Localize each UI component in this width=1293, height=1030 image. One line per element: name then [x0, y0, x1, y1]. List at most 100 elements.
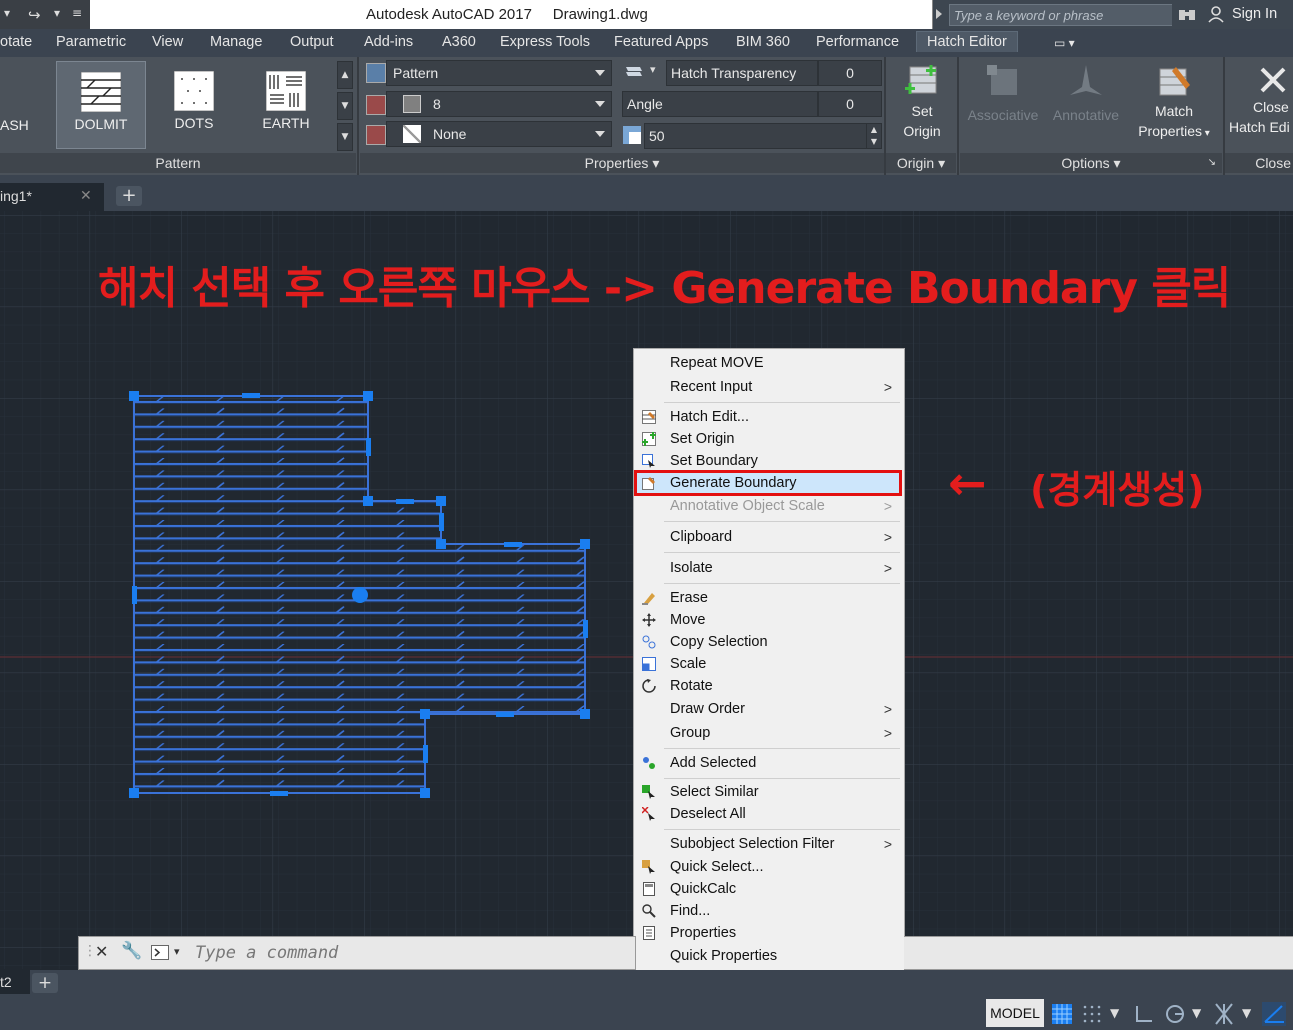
transparency-value-field[interactable]: 0 — [818, 60, 882, 86]
menu-item-subobject-filter[interactable]: Subobject Selection Filter — [670, 836, 834, 852]
options-panel-title[interactable]: Options ▾ ↘ — [960, 153, 1222, 173]
search-input[interactable] — [949, 4, 1177, 26]
tab-performance[interactable]: Performance — [816, 34, 899, 50]
redo-icon[interactable]: ↪ — [28, 6, 41, 24]
menu-item-repeat-move[interactable]: Repeat MOVE — [670, 355, 764, 371]
tab-manage[interactable]: Manage — [210, 34, 262, 50]
tab-rotate[interactable]: otate — [0, 34, 32, 50]
new-tab-button[interactable]: + — [116, 186, 142, 206]
menu-item-isolate[interactable]: Isolate — [670, 560, 713, 576]
tab-bim360[interactable]: BIM 360 — [736, 34, 790, 50]
tab-featured-apps[interactable]: Featured Apps — [614, 34, 708, 50]
pattern-dots-button[interactable]: DOTS — [150, 61, 238, 147]
menu-item-set-boundary[interactable]: Set Boundary — [670, 453, 758, 469]
menu-item-quick-properties[interactable]: Quick Properties — [670, 948, 777, 964]
menu-item-move[interactable]: Move — [670, 612, 705, 628]
isodraft-icon[interactable] — [1212, 1002, 1236, 1026]
gallery-expand-button[interactable]: ▼ — [337, 123, 353, 151]
tab-a360[interactable]: A360 — [442, 34, 476, 50]
menu-item-quick-select[interactable]: Quick Select... — [670, 859, 763, 875]
binoculars-icon[interactable] — [1178, 6, 1196, 22]
file-tab-drawing1[interactable]: ing1* ✕ — [0, 183, 104, 211]
customize-qat-icon[interactable]: ≡ — [72, 6, 82, 20]
snap-mode-icon[interactable] — [1082, 1004, 1102, 1024]
menu-item-clipboard[interactable]: Clipboard — [670, 529, 732, 545]
menu-item-rotate[interactable]: Rotate — [670, 678, 713, 694]
set-origin-button[interactable]: Set Origin — [894, 61, 950, 141]
transparency-dropdown-arrow-icon[interactable]: ▾ — [650, 63, 656, 76]
background-color-dropdown[interactable]: None — [386, 121, 612, 147]
left-arrow-icon: ← — [948, 456, 987, 510]
menu-item-hatch-edit[interactable]: Hatch Edit... — [670, 409, 749, 425]
hatch-color-dropdown[interactable]: 8 — [386, 91, 612, 117]
menu-item-set-origin[interactable]: Set Origin — [670, 431, 734, 447]
menu-item-erase[interactable]: Erase — [670, 590, 708, 606]
menu-item-properties[interactable]: Properties — [670, 925, 736, 941]
origin-panel-title[interactable]: Origin ▾ — [886, 153, 956, 173]
polar-dropdown-icon[interactable]: ▼ — [1192, 1006, 1201, 1020]
menu-item-annotative-scale[interactable]: Annotative Object Scale — [670, 498, 825, 514]
dropdown-arrow-icon[interactable]: ▾ — [54, 6, 60, 20]
snap-dropdown-icon[interactable]: ▼ — [1110, 1006, 1119, 1020]
command-prompt-icon[interactable] — [151, 945, 171, 961]
isodraft-dropdown-icon[interactable]: ▼ — [1242, 1006, 1251, 1020]
close-tab-icon[interactable]: ✕ — [80, 187, 92, 204]
scroll-up-button[interactable]: ▲ — [337, 61, 353, 89]
match-properties-button[interactable]: Match Properties ▾ — [1132, 61, 1216, 144]
dropdown-arrow-icon[interactable]: ▾ — [4, 6, 10, 20]
tab-view[interactable]: View — [152, 34, 183, 50]
scale-field[interactable]: 50 — [644, 123, 868, 149]
menu-item-copy-selection[interactable]: Copy Selection — [670, 634, 768, 650]
model-space-button[interactable]: MODEL — [986, 999, 1044, 1027]
menu-item-recent-input[interactable]: Recent Input — [670, 379, 752, 395]
menu-item-scale[interactable]: Scale — [670, 656, 706, 672]
new-layout-button[interactable]: + — [32, 973, 58, 993]
close-command-line-icon[interactable]: ✕ — [95, 942, 108, 961]
scale-spinner[interactable]: ▲ ▼ — [866, 123, 882, 149]
pattern-earth-label: EARTH — [262, 115, 310, 131]
transparency-label-field[interactable]: Hatch Transparency — [666, 60, 818, 86]
dialog-launcher-icon[interactable]: ↘ — [1208, 153, 1216, 173]
tab-addins[interactable]: Add-ins — [364, 34, 413, 50]
tab-express-tools[interactable]: Express Tools — [500, 34, 590, 50]
polar-tracking-icon[interactable] — [1164, 1003, 1186, 1025]
quick-access-toolbar[interactable]: ▾ ↪ ▾ ≡ — [0, 0, 90, 29]
sign-in-link[interactable]: Sign In — [1232, 6, 1277, 22]
menu-item-quickcalc[interactable]: QuickCalc — [670, 881, 736, 897]
expand-arrow-icon[interactable] — [936, 9, 942, 19]
tab-parametric[interactable]: Parametric — [56, 34, 126, 50]
associative-button[interactable]: Associative — [962, 61, 1044, 125]
recent-commands-arrow-icon[interactable]: ▾ — [174, 945, 180, 958]
menu-item-select-similar[interactable]: Select Similar — [670, 784, 759, 800]
tab-output[interactable]: Output — [290, 34, 334, 50]
hatch-type-dropdown[interactable]: Pattern — [386, 60, 612, 86]
tab-hatch-editor[interactable]: Hatch Editor — [916, 31, 1018, 52]
properties-panel-title[interactable]: Properties ▾ — [360, 153, 884, 173]
menu-item-deselect-all[interactable]: Deselect All — [670, 806, 746, 822]
annotative-button[interactable]: Annotative — [1046, 61, 1126, 125]
close-panel-title[interactable]: Close — [1225, 153, 1293, 173]
pattern-dolmit-button[interactable]: DOLMIT — [56, 61, 146, 149]
ribbon-minimize-icon[interactable]: ▭ ▾ — [1054, 36, 1075, 50]
pattern-ash-button[interactable]: ASH — [0, 61, 38, 147]
angle-value-field[interactable]: 0 — [818, 91, 882, 117]
layout-tab[interactable]: t2 — [0, 970, 30, 994]
scroll-down-button[interactable]: ▼ — [337, 92, 353, 120]
pattern-earth-button[interactable]: EARTH — [242, 61, 330, 147]
menu-item-find[interactable]: Find... — [670, 903, 710, 919]
angle-label-field[interactable]: Angle — [622, 91, 818, 117]
ortho-mode-icon[interactable] — [1134, 1004, 1154, 1024]
wrench-icon[interactable]: 🔧 — [121, 941, 142, 961]
grid-display-icon[interactable] — [1052, 1004, 1072, 1024]
menu-item-add-selected[interactable]: Add Selected — [670, 755, 756, 771]
menu-item-group[interactable]: Group — [670, 725, 710, 741]
object-snap-tracking-icon[interactable] — [1262, 1002, 1286, 1026]
command-input[interactable] — [193, 941, 627, 965]
hatch-object[interactable] — [120, 380, 600, 810]
close-hatch-editor-button[interactable]: Close Hatch Edi — [1226, 61, 1293, 137]
user-icon[interactable] — [1208, 5, 1224, 23]
pattern-panel-title[interactable]: Pattern — [0, 153, 356, 173]
context-menu: Repeat MOVE Recent Input > Hatch Edit...… — [633, 348, 905, 972]
menu-divider — [664, 829, 900, 830]
menu-item-draw-order[interactable]: Draw Order — [670, 701, 745, 717]
